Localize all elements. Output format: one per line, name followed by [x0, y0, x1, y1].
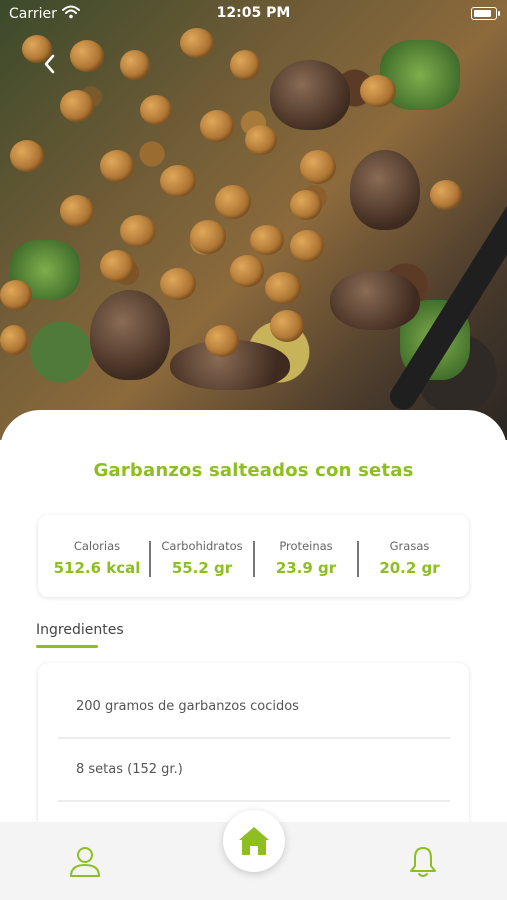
recipe-title: Garbanzos salteados con setas: [93, 460, 414, 481]
nutrition-value: 20.2 gr: [379, 559, 440, 577]
nutrition-calories: Calorias 512.6 kcal: [38, 515, 156, 597]
profile-tab-button[interactable]: [68, 846, 102, 882]
nutrition-label: Calorias: [73, 539, 121, 553]
user-icon: [70, 847, 100, 877]
nutrition-value: 512.6 kcal: [53, 559, 141, 577]
chevron-left-icon: [44, 54, 55, 74]
nutrition-protein: Proteinas 23.9 gr: [255, 515, 357, 597]
nutrition-divider: [149, 541, 151, 577]
back-button[interactable]: [38, 52, 62, 76]
notifications-tab-button[interactable]: [406, 845, 440, 883]
nutrition-fat: Grasas 20.2 gr: [358, 515, 461, 597]
nutrition-card: Calorias 512.6 kcal Carbohidratos 55.2 g…: [38, 515, 469, 597]
ingredients-list: 200 gramos de garbanzos cocidos 8 setas …: [38, 663, 469, 833]
list-divider: [58, 800, 450, 802]
ingredient-item: 200 gramos de garbanzos cocidos: [76, 699, 299, 714]
list-divider: [58, 737, 450, 739]
ingredient-item: 8 setas (152 gr.): [76, 762, 183, 777]
bell-icon: [410, 847, 436, 877]
nutrition-label: Grasas: [389, 539, 430, 553]
nutrition-value: 55.2 gr: [171, 559, 233, 577]
recipe-hero-image: [0, 0, 507, 440]
battery-icon: [471, 7, 500, 20]
nutrition-label: Carbohidratos: [161, 539, 243, 553]
home-icon: [239, 827, 269, 855]
tab-active-indicator: [36, 645, 98, 648]
status-time: 12:05 PM: [216, 5, 291, 21]
status-bar: Carrier 12:05 PM: [0, 0, 507, 28]
home-tab-button[interactable]: [223, 810, 285, 872]
tab-ingredients[interactable]: Ingredientes: [36, 622, 124, 638]
nutrition-label: Proteinas: [279, 539, 333, 553]
nutrition-value: 23.9 gr: [275, 559, 337, 577]
nutrition-carbs: Carbohidratos 55.2 gr: [152, 515, 252, 597]
